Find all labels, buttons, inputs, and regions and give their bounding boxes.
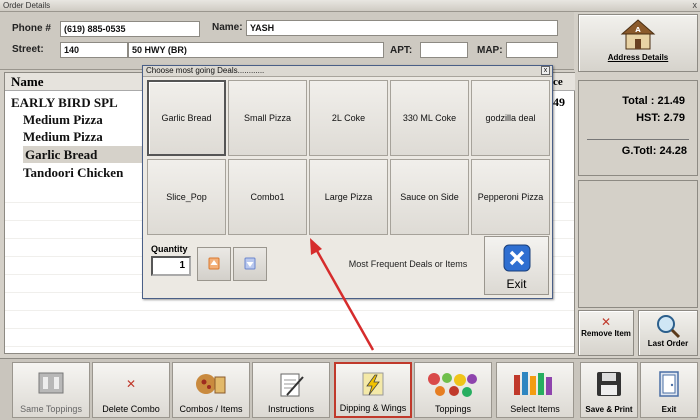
- price-cell: 49: [553, 95, 565, 109]
- gtotal-row: G.Totl: 24.28: [622, 145, 687, 157]
- window-title: Order Details: [3, 1, 51, 10]
- combos-items-label: Combos / Items: [179, 404, 243, 414]
- deals-exit-button[interactable]: Exit: [484, 236, 549, 295]
- same-toppings-label: Same Toppings: [20, 404, 82, 414]
- window-close-button[interactable]: x: [693, 0, 698, 11]
- floppy-disk-icon: [597, 372, 621, 396]
- save-print-label: Save & Print: [585, 405, 633, 414]
- save-print-button[interactable]: Save & Print: [580, 362, 638, 418]
- delete-combo-label: Delete Combo: [102, 404, 160, 414]
- map-label: MAP:: [477, 45, 503, 56]
- total-label: Total :: [622, 95, 655, 107]
- door-exit-icon: [659, 371, 679, 397]
- select-items-button[interactable]: Select Items: [496, 362, 574, 418]
- apt-field[interactable]: [420, 42, 468, 58]
- name-field[interactable]: YASH: [246, 20, 558, 36]
- hst-value: 2.79: [663, 112, 685, 124]
- toppings-grid-icon: [38, 372, 64, 394]
- exit-x-icon: [503, 244, 531, 272]
- order-row[interactable]: Tandoori Chicken: [23, 164, 153, 181]
- order-row[interactable]: Medium Pizza: [23, 111, 153, 128]
- deal-slice-pop[interactable]: Slice_Pop: [147, 159, 226, 235]
- deal-330ml-coke[interactable]: 330 ML Coke: [390, 80, 469, 156]
- last-order-button[interactable]: Last Order: [638, 310, 698, 356]
- quantity-up-button[interactable]: [197, 247, 231, 281]
- gtotal-value: 24.28: [659, 145, 687, 157]
- last-order-label: Last Order: [647, 339, 689, 348]
- right-panel-empty: [578, 180, 698, 308]
- bottom-toolbar: Same Toppings ✕ Delete Combo Combos / It…: [0, 358, 700, 420]
- column-header-price: ce: [551, 73, 575, 91]
- frequent-deals-text: Most Frequent Deals or Items: [348, 259, 468, 269]
- deal-godzilla[interactable]: godzilla deal: [471, 80, 550, 156]
- document-pen-icon: [280, 373, 304, 397]
- magnifier-icon: [657, 315, 681, 339]
- address-details-button[interactable]: A Address Details: [578, 14, 698, 72]
- column-header-name: Name: [5, 73, 145, 91]
- quantity-label: Quantity: [151, 244, 188, 254]
- exit-button[interactable]: Exit: [640, 362, 698, 418]
- deal-small-pizza[interactable]: Small Pizza: [228, 80, 307, 156]
- deal-2l-coke[interactable]: 2L Coke: [309, 80, 388, 156]
- window-titlebar: Order Details x: [0, 0, 700, 12]
- remove-item-button[interactable]: ✕ Remove Item: [578, 310, 634, 356]
- deal-combo1[interactable]: Combo1: [228, 159, 307, 235]
- remove-x-icon: ✕: [600, 315, 612, 329]
- dipping-wings-button[interactable]: Dipping & Wings: [334, 362, 412, 418]
- same-toppings-button[interactable]: Same Toppings: [12, 362, 90, 418]
- delete-x-icon: ✕: [125, 377, 137, 391]
- deal-garlic-bread[interactable]: Garlic Bread: [147, 80, 226, 156]
- hst-row: HST: 2.79: [636, 112, 685, 124]
- instructions-button[interactable]: Instructions: [252, 362, 330, 418]
- street-label: Street:: [12, 44, 44, 55]
- arrow-down-icon: [244, 257, 256, 270]
- toppings-button[interactable]: Toppings: [414, 362, 492, 418]
- combos-items-button[interactable]: Combos / Items: [172, 362, 250, 418]
- select-items-label: Select Items: [510, 404, 560, 414]
- quantity-down-button[interactable]: [233, 247, 267, 281]
- house-icon: A: [620, 19, 656, 50]
- drinks-icon: [514, 372, 552, 395]
- street-field[interactable]: 50 HWY (BR): [128, 42, 384, 58]
- toppings-collage-icon: [428, 373, 477, 397]
- name-label: Name:: [212, 22, 243, 33]
- exit-label: Exit: [661, 405, 677, 414]
- order-row[interactable]: EARLY BIRD SPL: [11, 94, 141, 111]
- deals-dialog-close-button[interactable]: x: [541, 66, 550, 75]
- map-field[interactable]: [506, 42, 558, 58]
- totals-divider: [587, 139, 689, 140]
- lightning-icon: [362, 372, 384, 396]
- deals-dialog: Choose most going Deals............ x Ga…: [142, 65, 553, 299]
- remove-item-label: Remove Item: [581, 329, 631, 338]
- apt-label: APT:: [390, 45, 413, 56]
- quantity-input[interactable]: 1: [151, 256, 191, 276]
- gtotal-label: G.Totl:: [621, 145, 657, 157]
- toppings-label: Toppings: [434, 404, 472, 414]
- deals-dialog-title: Choose most going Deals............: [146, 66, 265, 75]
- customer-info-bar: Phone # (619) 885-0535 Name: YASH Street…: [0, 12, 574, 70]
- delete-combo-button[interactable]: ✕ Delete Combo: [92, 362, 170, 418]
- dipping-wings-label: Dipping & Wings: [339, 403, 407, 413]
- street-number-field[interactable]: 140: [60, 42, 128, 58]
- food-icon: [196, 374, 226, 394]
- deals-exit-label: Exit: [506, 277, 527, 291]
- deal-sauce-on-side[interactable]: Sauce on Side: [390, 159, 469, 235]
- phone-field[interactable]: (619) 885-0535: [60, 21, 200, 37]
- phone-label: Phone #: [12, 23, 51, 34]
- order-row-selected[interactable]: Garlic Bread: [23, 146, 145, 163]
- deal-large-pizza[interactable]: Large Pizza: [309, 159, 388, 235]
- totals-panel: Total : 21.49 HST: 2.79 G.Totl: 24.28: [578, 80, 698, 176]
- total-row: Total : 21.49: [622, 95, 685, 107]
- right-panel: A Address Details Total : 21.49 HST: 2.7…: [576, 12, 700, 358]
- deals-dialog-titlebar: Choose most going Deals............ x: [143, 66, 552, 77]
- order-row[interactable]: Medium Pizza: [23, 128, 153, 145]
- total-value: 21.49: [657, 95, 685, 107]
- hst-label: HST:: [636, 112, 661, 124]
- address-details-label: Address Details: [607, 53, 669, 62]
- svg-text:A: A: [635, 26, 641, 34]
- arrow-up-icon: [208, 257, 220, 270]
- deal-pepperoni-pizza[interactable]: Pepperoni Pizza: [471, 159, 550, 235]
- instructions-label: Instructions: [267, 404, 315, 414]
